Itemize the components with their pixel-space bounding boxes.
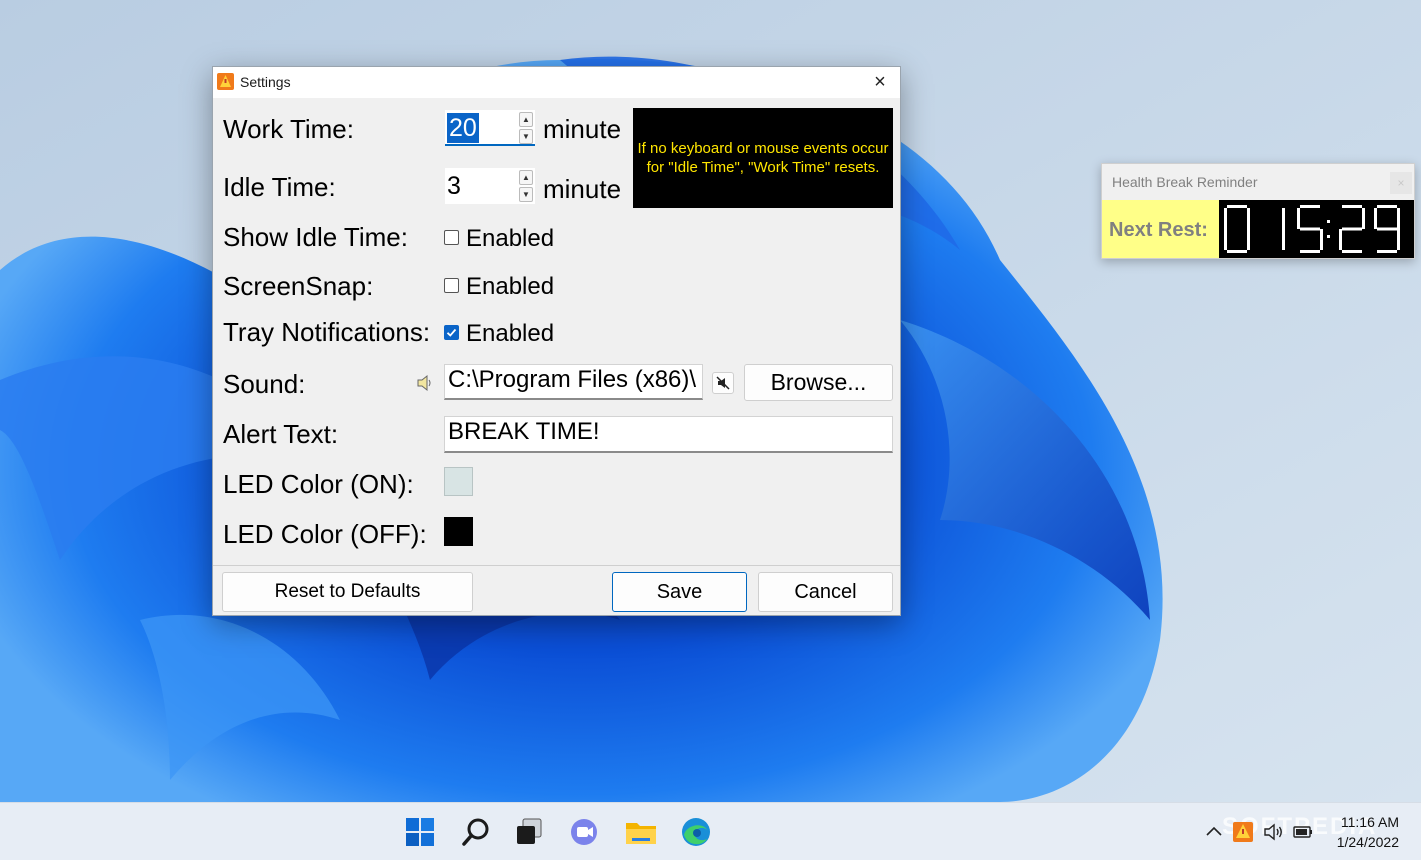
idle-time-spinner[interactable]: 3 ▲ ▼ — [445, 168, 535, 204]
led-segment-b — [1397, 208, 1400, 229]
alert-text-field[interactable]: BREAK TIME! — [444, 416, 893, 453]
led-countdown-digits — [1224, 205, 1400, 253]
led-segment-a — [1300, 205, 1320, 208]
reset-to-defaults-button[interactable]: Reset to Defaults — [222, 572, 473, 612]
led-segment-c — [1247, 229, 1250, 250]
led-segment-d — [1377, 250, 1397, 253]
screensnap-label: ScreenSnap: — [223, 271, 374, 301]
screensnap-checkbox[interactable] — [444, 278, 459, 293]
idle-time-label: Idle Time: — [223, 172, 336, 202]
spin-down-icon[interactable]: ▼ — [519, 187, 533, 202]
spin-up-icon[interactable]: ▲ — [519, 112, 533, 127]
spin-down-icon[interactable]: ▼ — [519, 129, 533, 144]
search-icon[interactable] — [459, 815, 493, 849]
alert-text-value: BREAK TIME! — [448, 418, 600, 445]
tray-notifications-option[interactable]: Enabled — [466, 320, 554, 348]
dialog-title: Settings — [240, 74, 291, 90]
led-color-off-label: LED Color (OFF): — [223, 519, 427, 549]
focus-underline — [445, 144, 535, 146]
led-segment-d — [1300, 250, 1320, 253]
windows-start-icon[interactable] — [403, 815, 437, 849]
edge-icon[interactable] — [679, 815, 713, 849]
speaker-icon[interactable] — [416, 374, 434, 392]
led-color-on-swatch[interactable] — [444, 467, 473, 496]
cancel-button[interactable]: Cancel — [758, 572, 893, 612]
mute-icon — [716, 376, 730, 390]
work-time-value[interactable]: 20 — [447, 113, 479, 143]
tray-notifications-checkbox[interactable] — [444, 325, 459, 340]
led-segment-e — [1339, 229, 1342, 250]
browse-button[interactable]: Browse... — [744, 364, 893, 401]
save-button[interactable]: Save — [612, 572, 747, 612]
idle-time-unit: minute — [543, 174, 622, 204]
chat-icon[interactable] — [568, 815, 602, 849]
show-idle-time-label: Show Idle Time: — [223, 222, 408, 252]
spin-up-icon[interactable]: ▲ — [519, 170, 533, 185]
health-break-widget: Health Break Reminder × Next Rest: — [1101, 163, 1415, 259]
led-segment-f — [1297, 208, 1300, 229]
led-segment-b — [1362, 208, 1365, 229]
led-segment-g — [1300, 227, 1320, 231]
led-segment-f — [1224, 208, 1227, 229]
next-rest-label: Next Rest: — [1109, 219, 1208, 241]
idle-time-value[interactable]: 3 — [447, 171, 461, 201]
widget-label-panel: Next Rest: — [1102, 200, 1219, 258]
led-segment-g — [1342, 227, 1362, 231]
led-segment-d — [1227, 250, 1247, 253]
led-segment-c — [1282, 229, 1285, 250]
work-time-spinner[interactable]: 20 ▲ ▼ — [445, 110, 535, 146]
work-time-unit: minute — [543, 114, 622, 144]
tray-notifications-label: Tray Notifications: — [223, 317, 431, 347]
widget-title: Health Break Reminder — [1112, 174, 1258, 190]
led-color-off-swatch[interactable] — [444, 517, 473, 546]
sound-label: Sound: — [223, 369, 306, 399]
led-segment-d — [1342, 250, 1362, 253]
close-icon[interactable]: × — [860, 67, 900, 98]
close-icon[interactable]: × — [1390, 172, 1412, 194]
app-icon — [217, 73, 234, 90]
screensnap-option[interactable]: Enabled — [466, 273, 554, 301]
led-segment-g — [1377, 227, 1397, 231]
led-segment-e — [1224, 229, 1227, 250]
taskbar: SOFTPEDIA 11:16 AM 1/24/2022 — [0, 802, 1421, 860]
sound-path-field[interactable]: C:\Program Files (x86)\ — [444, 364, 703, 400]
led-segment-c — [1320, 229, 1323, 250]
led-colon-dot — [1327, 235, 1330, 238]
idle-info-text: If no keyboard or mouse events occur for… — [637, 140, 889, 176]
led-color-on-label: LED Color (ON): — [223, 469, 414, 499]
checkmark-icon — [446, 328, 457, 337]
mute-button[interactable] — [712, 372, 734, 394]
settings-dialog: Settings × Work Time: 20 ▲ ▼ minute Idle… — [212, 66, 901, 616]
show-idle-time-checkbox[interactable] — [444, 230, 459, 245]
led-segment-c — [1397, 229, 1400, 250]
idle-time-spin-buttons: ▲ ▼ — [519, 170, 533, 202]
work-time-spin-buttons: ▲ ▼ — [519, 112, 533, 144]
chevron-up-icon[interactable] — [1203, 821, 1225, 843]
led-segment-b — [1282, 208, 1285, 229]
alert-text-label: Alert Text: — [223, 419, 339, 449]
idle-info-box: If no keyboard or mouse events occur for… — [633, 108, 893, 208]
led-countdown-display — [1219, 200, 1414, 258]
health-break-tray-icon[interactable] — [1232, 821, 1254, 843]
led-segment-a — [1377, 205, 1397, 208]
sound-path-value: C:\Program Files (x86)\ — [448, 366, 697, 393]
led-segment-a — [1227, 205, 1247, 208]
show-idle-time-option[interactable]: Enabled — [466, 225, 554, 253]
battery-icon[interactable] — [1292, 821, 1314, 843]
dialog-title-bar[interactable]: Settings × — [213, 67, 900, 98]
work-time-label: Work Time: — [223, 114, 354, 144]
led-segment-b — [1247, 208, 1250, 229]
led-segment-f — [1374, 208, 1377, 229]
volume-icon[interactable] — [1262, 821, 1284, 843]
led-segment-a — [1342, 205, 1362, 208]
led-colon-dot — [1327, 220, 1330, 223]
clock-time[interactable]: 11:16 AM — [1341, 814, 1399, 830]
task-view-icon[interactable] — [512, 815, 546, 849]
footer-divider — [213, 565, 900, 566]
file-explorer-icon[interactable] — [624, 815, 658, 849]
clock-date[interactable]: 1/24/2022 — [1337, 834, 1399, 850]
